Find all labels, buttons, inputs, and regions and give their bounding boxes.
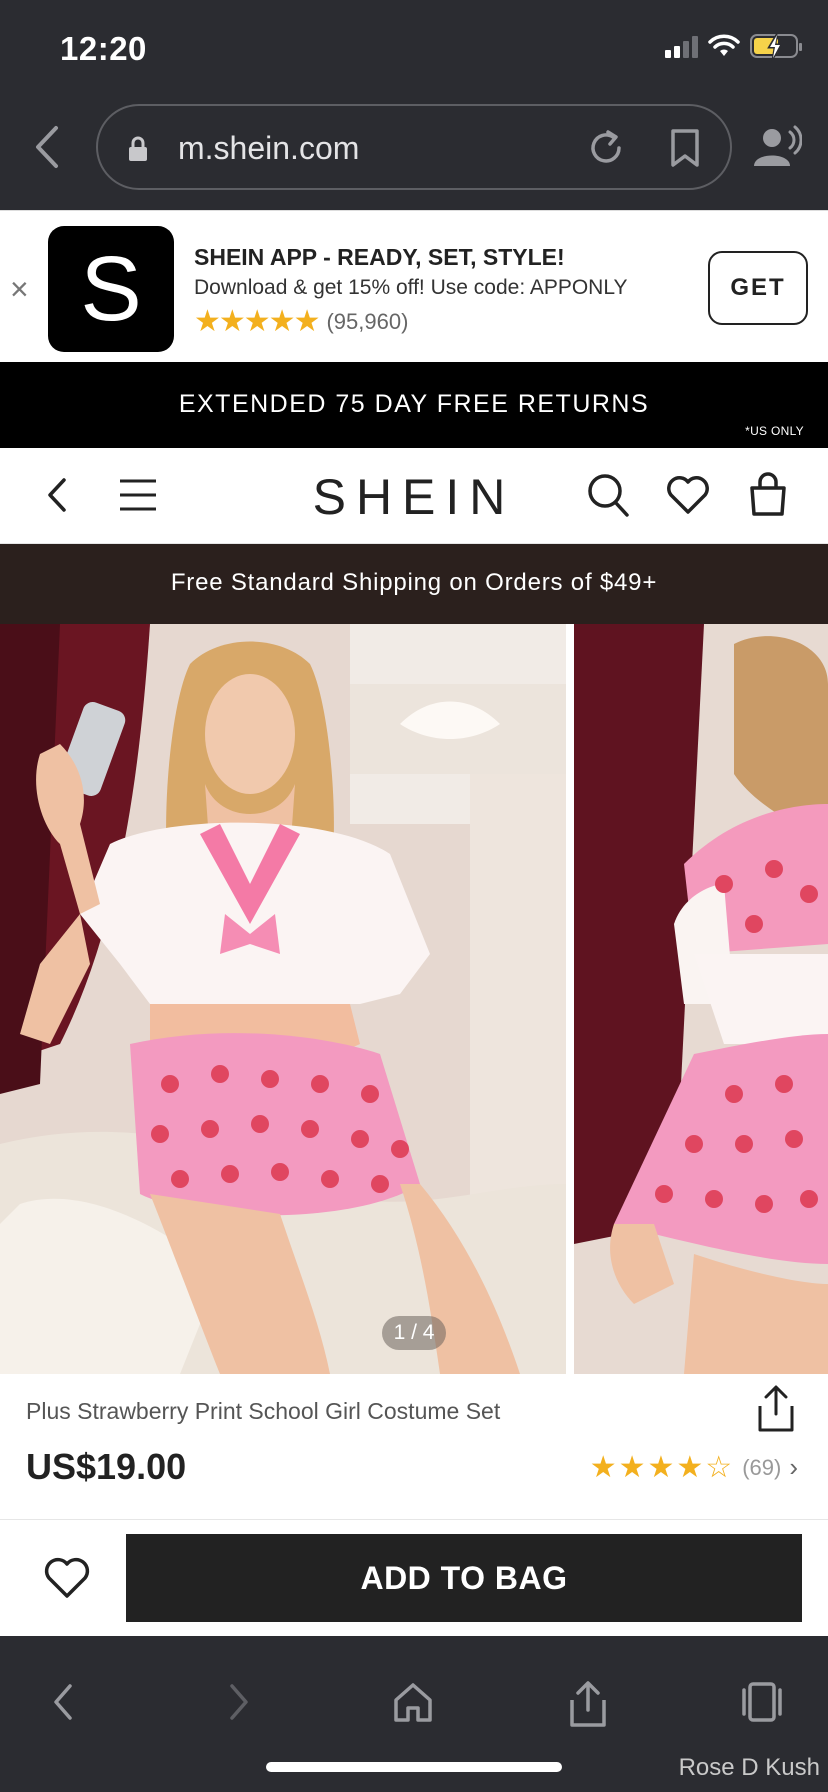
app-rating: ★★★★★ (95,960)	[194, 307, 408, 337]
app-install-banner: × S SHEIN APP - READY, SET, STYLE! Downl…	[0, 210, 828, 362]
search-icon[interactable]	[586, 472, 630, 518]
address-bar[interactable]: m.shein.com	[96, 104, 732, 190]
bag-icon[interactable]	[748, 472, 788, 518]
menu-icon[interactable]	[118, 472, 158, 518]
site-logo-text[interactable]: SHEIN	[313, 469, 516, 525]
app-banner-title: SHEIN APP - READY, SET, STYLE!	[194, 244, 565, 270]
url-text: m.shein.com	[178, 130, 360, 166]
tabs-icon[interactable]	[740, 1680, 784, 1724]
shipping-banner[interactable]: Free Standard Shipping on Orders of $49+	[0, 544, 828, 624]
back-icon[interactable]	[42, 472, 72, 518]
reload-icon[interactable]	[586, 128, 626, 168]
back-icon[interactable]	[28, 122, 68, 172]
status-icons	[665, 33, 802, 61]
lock-icon	[129, 136, 147, 161]
chevron-right-icon: ›	[789, 1452, 798, 1482]
battery-icon	[750, 33, 802, 61]
product-reviews-link[interactable]: ★★★★☆ (69) ›	[590, 1452, 798, 1483]
share-icon[interactable]	[568, 1680, 608, 1728]
home-icon[interactable]	[392, 1680, 434, 1724]
back-icon[interactable]	[48, 1680, 80, 1724]
product-info: Plus Strawberry Print School Girl Costum…	[0, 1374, 828, 1520]
product-price: US$19.00	[26, 1446, 187, 1487]
app-rating-count: (95,960)	[326, 309, 409, 334]
product-rating-stars: ★★★★☆	[589, 1450, 735, 1484]
browser-chrome: 12:20 m.shein.com	[0, 0, 828, 210]
add-to-bag-button[interactable]: ADD TO BAG	[126, 1534, 802, 1622]
cellular-signal-icon	[665, 34, 698, 58]
shein-app-logo: S	[48, 226, 174, 352]
get-app-button[interactable]: GET	[708, 251, 808, 325]
wishlist-heart-icon[interactable]	[44, 1556, 90, 1600]
close-icon[interactable]: ×	[10, 273, 29, 305]
app-rating-stars: ★★★★★	[194, 305, 320, 338]
share-icon[interactable]	[756, 1384, 796, 1434]
purchase-actions: ADD TO BAG	[0, 1520, 828, 1636]
site-header: SHEIN	[0, 448, 828, 544]
product-name: Plus Strawberry Print School Girl Costum…	[26, 1398, 501, 1424]
wifi-icon	[708, 34, 740, 56]
heart-icon[interactable]	[666, 472, 710, 518]
product-image-1[interactable]	[0, 624, 566, 1374]
product-image-2[interactable]	[574, 624, 828, 1374]
gallery-counter: 1 / 4	[382, 1316, 446, 1350]
speaker-icon[interactable]	[752, 124, 802, 170]
forward-icon[interactable]	[222, 1680, 254, 1724]
bookmark-icon[interactable]	[668, 128, 702, 168]
promo-banner[interactable]: EXTENDED 75 DAY FREE RETURNS *US ONLY	[0, 362, 828, 448]
promo-text: EXTENDED 75 DAY FREE RETURNS	[178, 390, 650, 418]
status-time: 12:20	[60, 30, 147, 67]
promo-note: *US ONLY	[745, 424, 804, 438]
review-count: (69)	[742, 1454, 782, 1480]
product-image-gallery[interactable]: 1 / 4	[0, 624, 828, 1374]
watermark-text: Rose D Kush	[678, 1754, 820, 1781]
home-indicator[interactable]	[266, 1762, 562, 1772]
app-banner-subtitle: Download & get 15% off! Use code: APPONL…	[194, 276, 628, 299]
